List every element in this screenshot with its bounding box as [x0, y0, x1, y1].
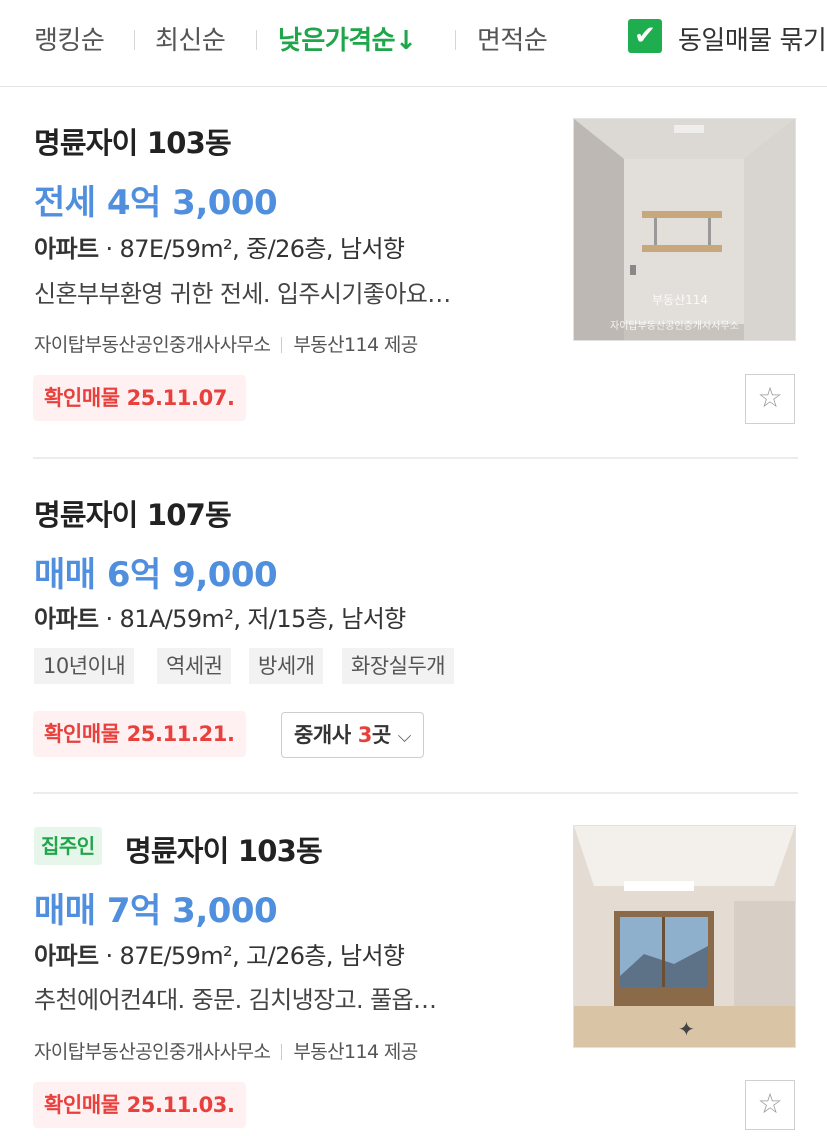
- property-type: 아파트: [34, 235, 99, 263]
- checkmark-icon: ✔: [634, 21, 656, 51]
- group-same-listings-label[interactable]: 동일매물 묶기: [678, 20, 827, 57]
- chevron-down-icon: ⌵: [397, 726, 412, 747]
- listing-title[interactable]: 명륜자이 103동: [125, 828, 323, 870]
- listing-title[interactable]: 명륜자이 103동: [34, 120, 232, 162]
- feature-tag: 화장실두개: [342, 648, 455, 684]
- agency-name: 자이탑부동산공인중개사사무소: [34, 1041, 271, 1063]
- svg-text:✦: ✦: [678, 1017, 695, 1041]
- sort-divider: [256, 30, 257, 50]
- confirmed-badge: 확인매물 25.11.07.: [33, 375, 246, 421]
- brokers-dropdown[interactable]: 중개사 3곳 ⌵: [281, 712, 424, 758]
- group-same-listings-checkbox[interactable]: ✔: [628, 19, 662, 53]
- property-type: 아파트: [34, 942, 99, 970]
- agency-divider: [281, 1044, 283, 1060]
- listing-spec: 아파트 · 87E/59m², 중/26층, 남서향: [34, 229, 405, 264]
- listing-thumbnail[interactable]: ✦: [573, 825, 796, 1048]
- confirmed-badge: 확인매물 25.11.21.: [33, 711, 246, 757]
- listing-divider: [33, 792, 798, 794]
- agency-name: 자이탑부동산공인중개사사무소: [34, 334, 271, 356]
- living-room-photo: ✦: [574, 826, 795, 1047]
- feature-tag: 역세권: [157, 648, 232, 684]
- spec-detail: · 87E/59m², 고/26층, 남서향: [105, 942, 405, 970]
- spec-detail: · 81A/59m², 저/15층, 남서향: [105, 605, 406, 633]
- spec-detail: · 87E/59m², 중/26층, 남서향: [105, 235, 405, 263]
- feature-tag: 방세개: [249, 648, 324, 684]
- favorite-button[interactable]: ☆: [745, 374, 795, 424]
- listing-divider: [33, 457, 798, 459]
- brokers-count: 3: [357, 723, 373, 747]
- watermark-text: 자이탑부동산공인중개사사무소: [610, 321, 739, 332]
- brokers-unit: 곳: [371, 723, 391, 747]
- listing-agency-row: 자이탑부동산공인중개사사무소 부동산114 제공: [34, 330, 418, 357]
- brokers-label: 중개사: [294, 723, 351, 747]
- listing-spec: 아파트 · 87E/59m², 고/26층, 남서향: [34, 936, 405, 971]
- sort-low-price[interactable]: 낮은가격순↓: [278, 20, 417, 57]
- feature-tag: 10년이내: [34, 648, 135, 684]
- sort-divider: [134, 30, 135, 50]
- provider-label: 부동산114 제공: [293, 334, 418, 356]
- listing-price: 전세 4억 3,000: [34, 183, 278, 223]
- sort-area[interactable]: 면적순: [477, 20, 548, 57]
- favorite-button[interactable]: ☆: [745, 1080, 795, 1130]
- watermark-logo: 부동산114: [652, 293, 709, 307]
- agency-divider: [281, 337, 283, 353]
- owner-badge: 집주인: [34, 827, 102, 865]
- confirmed-badge: 확인매물 25.11.03.: [33, 1082, 246, 1128]
- listing-title[interactable]: 명륜자이 107동: [34, 492, 232, 534]
- provider-label: 부동산114 제공: [293, 1041, 418, 1063]
- star-icon: ☆: [757, 381, 783, 414]
- listing-price: 매매 7억 3,000: [34, 891, 278, 931]
- listing-price: 매매 6억 9,000: [34, 555, 278, 595]
- listing-spec: 아파트 · 81A/59m², 저/15층, 남서향: [34, 599, 406, 634]
- listing-thumbnail[interactable]: 부동산114 자이탑부동산공인중개사사무소: [573, 118, 796, 341]
- sort-bar: 랭킹순 최신순 낮은가격순↓ 면적순 ✔ 동일매물 묶기: [0, 0, 827, 87]
- property-type: 아파트: [34, 605, 99, 633]
- sort-latest[interactable]: 최신순: [155, 20, 226, 57]
- listing-description: 추천에어컨4대. 중문. 김치냉장고. 풀옵…: [34, 986, 437, 1014]
- listing-agency-row: 자이탑부동산공인중개사사무소 부동산114 제공: [34, 1037, 418, 1064]
- star-icon: ☆: [757, 1087, 783, 1120]
- listing-description: 신혼부부환영 귀한 전세. 입주시기좋아요…: [34, 280, 451, 308]
- sort-ranking[interactable]: 랭킹순: [34, 20, 105, 57]
- sort-divider: [455, 30, 456, 50]
